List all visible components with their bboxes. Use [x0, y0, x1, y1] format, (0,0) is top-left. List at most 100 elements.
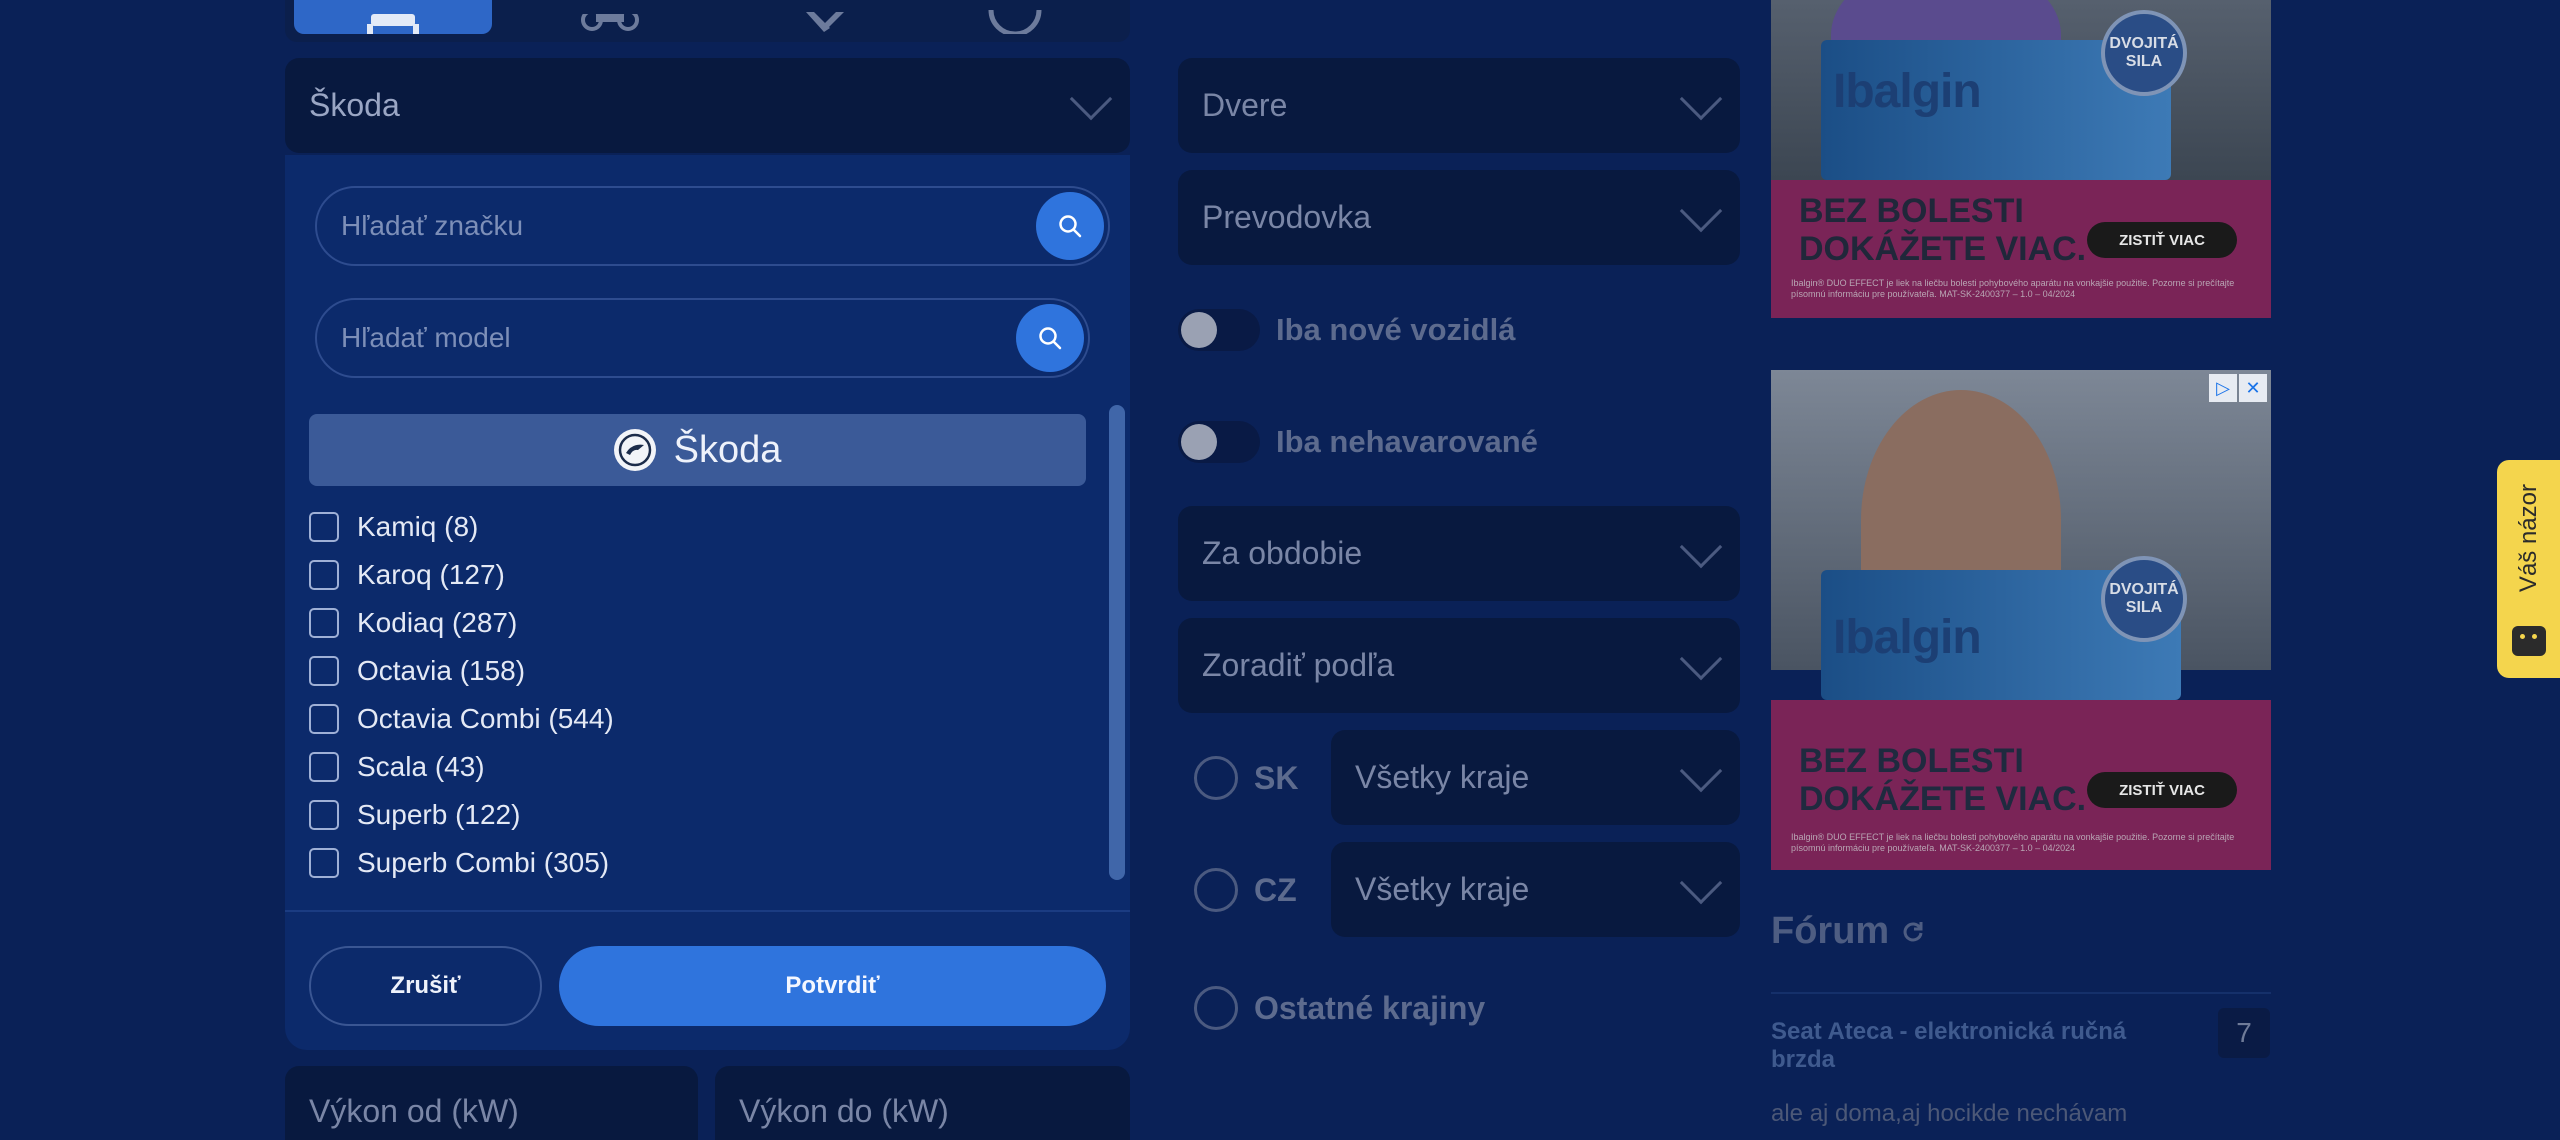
ad-cta-button[interactable]: ZISTIŤ VIAC	[2087, 772, 2237, 808]
sort-select[interactable]: Zoradiť podľa	[1178, 618, 1740, 713]
forum-title: Fórum	[1771, 910, 1890, 952]
model-label: Kamiq (8)	[357, 511, 479, 542]
checkbox[interactable]	[309, 800, 339, 830]
tab-motorcycles[interactable]	[540, 0, 680, 34]
power-to-input[interactable]: Výkon do (kW)	[715, 1066, 1130, 1140]
brand-select-value: Škoda	[309, 87, 400, 123]
model-label: Kodiaq (287)	[357, 607, 518, 638]
only-undamaged-toggle[interactable]	[1178, 421, 1260, 463]
country-other-label: Ostatné krajiny	[1254, 989, 1486, 1026]
period-select[interactable]: Za obdobie	[1178, 506, 1740, 601]
scrollbar-thumb[interactable]	[1109, 405, 1125, 880]
region-sk-value: Všetky kraje	[1355, 759, 1530, 795]
skoda-logo-icon	[613, 429, 656, 471]
model-label: Superb (122)	[357, 799, 521, 830]
list-item[interactable]: Superb (122)	[309, 791, 1069, 839]
chat-icon	[2511, 626, 2546, 656]
power-to-placeholder: Výkon do (kW)	[739, 1092, 949, 1129]
radio-button[interactable]	[1194, 756, 1238, 800]
ad-banner-bottom[interactable]: Ibalgin DVOJITÁ SILA ▷ ✕ BEZ BOLESTI DOK…	[1771, 370, 2271, 870]
model-label: Scala (43)	[357, 751, 485, 782]
ad-close-icon[interactable]: ✕	[2239, 374, 2267, 402]
region-sk-select[interactable]: Všetky kraje	[1331, 730, 1740, 825]
only-undamaged-label: Iba nehavarované	[1276, 424, 1538, 459]
power-from-placeholder: Výkon od (kW)	[309, 1092, 519, 1129]
forum-reply-count: 7	[2218, 1008, 2270, 1058]
list-item[interactable]: Scala (43)	[309, 743, 1069, 791]
motorcycle-icon	[581, 14, 639, 31]
region-cz-select[interactable]: Všetky kraje	[1331, 842, 1740, 937]
ad-cta-button[interactable]: ZISTIŤ VIAC	[2087, 222, 2237, 258]
search-model-placeholder: Hľadať model	[341, 322, 511, 353]
checkbox[interactable]	[309, 608, 339, 638]
checkbox[interactable]	[309, 560, 339, 590]
tab-parts[interactable]	[740, 0, 910, 34]
tab-other[interactable]	[960, 0, 1070, 34]
chevron-down-icon	[1679, 861, 1723, 904]
model-label: Octavia Combi (544)	[357, 703, 614, 734]
ad-brand: Ibalgin	[1833, 611, 1982, 664]
checkbox[interactable]	[309, 656, 339, 686]
list-item[interactable]: Karoq (127)	[309, 551, 1069, 599]
power-from-input[interactable]: Výkon od (kW)	[285, 1066, 698, 1140]
ad-choices-icon[interactable]: ▷	[2209, 374, 2237, 402]
country-sk-radio[interactable]: SK	[1194, 756, 1298, 800]
only-undamaged-toggle-row[interactable]: Iba nehavarované	[1178, 421, 1538, 463]
period-placeholder: Za obdobie	[1202, 535, 1363, 571]
forum-topic-link[interactable]: Seat Ateca - elektronická ručná brzda	[1771, 1018, 2191, 1074]
circle-icon	[988, 10, 1042, 34]
ad-headline-1: BEZ BOLESTI	[1799, 742, 2024, 780]
tab-cars[interactable]	[294, 0, 492, 34]
selected-brand-chip[interactable]: Škoda	[309, 414, 1086, 486]
radio-button[interactable]	[1194, 986, 1238, 1030]
search-model-input[interactable]: Hľadať model	[315, 298, 1090, 378]
country-sk-label: SK	[1254, 759, 1299, 796]
country-cz-radio[interactable]: CZ	[1194, 868, 1297, 912]
list-item[interactable]: Octavia Combi (544)	[309, 695, 1069, 743]
list-item[interactable]: Kamiq (8)	[309, 503, 1069, 551]
forum-excerpt: ale aj doma,aj hocikde nechávam	[1771, 1100, 2128, 1127]
radio-button[interactable]	[1194, 868, 1238, 912]
chevron-down-icon	[1679, 189, 1723, 232]
only-new-toggle-row[interactable]: Iba nové vozidlá	[1178, 309, 1515, 351]
checkbox[interactable]	[309, 704, 339, 734]
doors-placeholder: Dvere	[1202, 87, 1288, 123]
search-brand-placeholder: Hľadať značku	[341, 210, 524, 241]
chevron-down-icon	[1069, 77, 1113, 120]
ad-badge: DVOJITÁ SILA	[2101, 556, 2187, 642]
divider	[285, 910, 1130, 912]
model-label: Karoq (127)	[357, 559, 505, 590]
country-other-radio[interactable]: Ostatné krajiny	[1194, 986, 1485, 1030]
only-new-toggle[interactable]	[1178, 309, 1260, 351]
checkbox[interactable]	[309, 512, 339, 542]
model-list: Kamiq (8) Karoq (127) Kodiaq (287) Octav…	[309, 503, 1069, 887]
forum-heading: Fórum	[1771, 910, 1925, 953]
list-item[interactable]: Superb Combi (305)	[309, 839, 1069, 887]
ad-headline-1: BEZ BOLESTI	[1799, 192, 2024, 230]
ad-headline-2: DOKÁŽETE VIAC.	[1799, 230, 2087, 268]
ad-banner-top[interactable]: Ibalgin DVOJITÁ SILA BEZ BOLESTI DOKÁŽET…	[1771, 0, 2271, 318]
cancel-button[interactable]: Zrušiť	[309, 946, 542, 1026]
doors-select[interactable]: Dvere	[1178, 58, 1740, 153]
ad-headline-2: DOKÁŽETE VIAC.	[1799, 780, 2087, 818]
search-brand-input[interactable]: Hľadať značku	[315, 186, 1110, 266]
ad-fine-print: Ibalgin® DUO EFFECT je liek na liečbu bo…	[1791, 832, 2235, 853]
chevron-down-icon	[1679, 749, 1723, 792]
checkbox[interactable]	[309, 752, 339, 782]
region-cz-value: Všetky kraje	[1355, 871, 1530, 907]
confirm-button[interactable]: Potvrdiť	[559, 946, 1106, 1026]
chevron-down-icon	[1679, 637, 1723, 680]
feedback-tab[interactable]: Váš názor	[2497, 460, 2560, 678]
refresh-icon[interactable]	[1901, 920, 1925, 944]
feedback-label: Váš názor	[2514, 484, 2542, 593]
chevron-down-icon	[1679, 77, 1723, 120]
country-cz-label: CZ	[1254, 871, 1297, 908]
search-brand-button[interactable]	[1036, 192, 1104, 260]
gearbox-select[interactable]: Prevodovka	[1178, 170, 1740, 265]
checkbox[interactable]	[309, 848, 339, 878]
list-item[interactable]: Kodiaq (287)	[309, 599, 1069, 647]
search-model-button[interactable]	[1016, 304, 1084, 372]
brand-select[interactable]: Škoda	[285, 58, 1130, 153]
ad-brand: Ibalgin	[1833, 65, 1982, 118]
list-item[interactable]: Octavia (158)	[309, 647, 1069, 695]
